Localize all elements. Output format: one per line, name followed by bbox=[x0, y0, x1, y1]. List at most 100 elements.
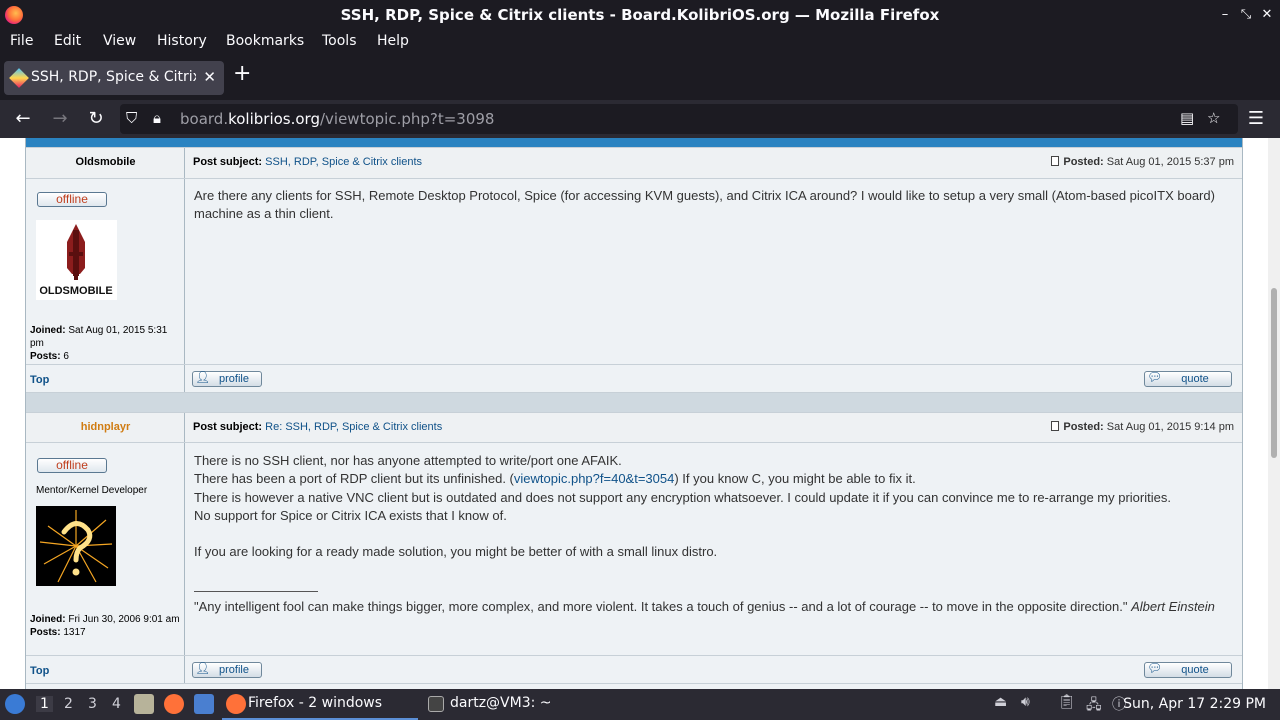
clipboard-icon[interactable]: 📋︎ bbox=[1058, 694, 1076, 710]
close-window-button[interactable]: ✕ bbox=[1257, 5, 1277, 25]
menu-bookmarks[interactable]: Bookmarks bbox=[226, 33, 304, 49]
url-bar[interactable]: ⛉ 🔒︎ board.kolibrios.org/viewtopic.php?t… bbox=[120, 104, 1238, 134]
task-firefox[interactable]: Firefox - 2 windows bbox=[222, 689, 418, 720]
quote-button[interactable]: 💬︎ quote bbox=[1144, 370, 1232, 387]
signature-quote: "Any intelligent fool can make things bi… bbox=[194, 599, 1132, 614]
author-profile-cell: offline Mentor/Kernel Developer Joined: … bbox=[26, 443, 185, 655]
joined-label: Joined: bbox=[30, 614, 66, 625]
topic-link[interactable]: viewtopic.php?f=40&t=3054 bbox=[514, 471, 674, 486]
window-titlebar: SSH, RDP, Spice & Citrix clients - Board… bbox=[0, 0, 1280, 30]
profile-label: profile bbox=[219, 664, 249, 676]
post-message: There is no SSH client, nor has anyone a… bbox=[194, 452, 1171, 561]
message-line: No support for Spice or Citrix ICA exist… bbox=[194, 507, 507, 523]
firefox-launcher-icon[interactable] bbox=[164, 694, 184, 714]
menu-help[interactable]: Help bbox=[377, 33, 409, 49]
post-message-cell: Are there any clients for SSH, Remote De… bbox=[185, 179, 1242, 364]
lock-icon[interactable]: 🔒︎ bbox=[153, 109, 161, 127]
joined-label: Joined: bbox=[30, 325, 66, 336]
topic-table: Oldsmobile Post subject: SSH, RDP, Spice… bbox=[25, 138, 1243, 689]
menu-tools[interactable]: Tools bbox=[322, 33, 357, 49]
profile-button[interactable]: 👤︎ profile bbox=[192, 661, 262, 678]
posts-label: Posts: bbox=[30, 627, 61, 638]
quote-icon: 💬︎ bbox=[1147, 661, 1163, 675]
start-menu-icon[interactable] bbox=[5, 694, 25, 714]
profile-icon: 👤︎ bbox=[195, 370, 211, 384]
window-title: SSH, RDP, Spice & Citrix clients - Board… bbox=[340, 6, 940, 24]
svg-text:OLDSMOBILE: OLDSMOBILE bbox=[39, 285, 112, 297]
new-tab-button[interactable]: + bbox=[233, 61, 251, 86]
menu-file[interactable]: File bbox=[10, 33, 33, 49]
menu-bar: File Edit View History Bookmarks Tools H… bbox=[0, 30, 1280, 54]
author-profile-cell: offline OLDSMOBILE Joined: Sat Aug 01, 2… bbox=[26, 179, 185, 364]
subject-link[interactable]: Re: SSH, RDP, Spice & Citrix clients bbox=[265, 421, 442, 433]
posts-count: 1317 bbox=[63, 627, 86, 638]
volume-icon[interactable]: 🔊︎ bbox=[1021, 694, 1030, 710]
back-icon[interactable]: ← bbox=[12, 108, 34, 129]
hamburger-menu-icon[interactable]: ☰ bbox=[1245, 108, 1267, 129]
bookmark-star-icon[interactable]: ☆ bbox=[1207, 109, 1220, 127]
message-line: There is however a native VNC client but… bbox=[194, 489, 1171, 505]
posts-label: Posts: bbox=[30, 351, 61, 362]
url-text[interactable]: board.kolibrios.org/viewtopic.php?t=3098 bbox=[180, 110, 494, 128]
subject-link[interactable]: SSH, RDP, Spice & Citrix clients bbox=[265, 156, 422, 168]
tab-active[interactable]: SSH, RDP, Spice & Citrix clients ✕ bbox=[4, 61, 224, 95]
menu-history[interactable]: History bbox=[157, 33, 207, 49]
signature-author: Albert Einstein bbox=[1131, 599, 1215, 614]
forward-icon[interactable]: → bbox=[49, 108, 71, 129]
subject-cell: Post subject: SSH, RDP, Spice & Citrix c… bbox=[185, 148, 1242, 178]
footer-left: Top bbox=[26, 365, 185, 392]
reader-view-icon[interactable]: ▤ bbox=[1180, 109, 1194, 127]
post-footer: Top 👤︎ profile 💬︎ quote bbox=[26, 364, 1242, 393]
top-link[interactable]: Top bbox=[30, 374, 49, 386]
tracking-shield-icon[interactable]: ⛉ bbox=[126, 109, 137, 127]
minimize-button[interactable]: – bbox=[1215, 5, 1235, 25]
author-meta: Joined: Sat Aug 01, 2015 5:31 pm Posts: … bbox=[30, 324, 182, 363]
footer-right: 👤︎ profile 💬︎ quote bbox=[185, 365, 1242, 392]
subject-label: Post subject: bbox=[193, 156, 263, 168]
post-icon[interactable] bbox=[1051, 156, 1060, 166]
quote-label: quote bbox=[1181, 664, 1209, 676]
task-label: Firefox - 2 windows bbox=[248, 695, 383, 711]
posted-value: Sat Aug 01, 2015 5:37 pm bbox=[1106, 156, 1234, 168]
workspace-4[interactable]: 4 bbox=[112, 696, 121, 712]
post-author[interactable]: Oldsmobile bbox=[26, 156, 185, 168]
tab-close-icon[interactable]: ✕ bbox=[203, 68, 216, 86]
posted-value: Sat Aug 01, 2015 9:14 pm bbox=[1106, 421, 1234, 433]
posts-count: 6 bbox=[63, 351, 69, 362]
menu-edit[interactable]: Edit bbox=[54, 33, 81, 49]
menu-view[interactable]: View bbox=[103, 33, 136, 49]
quote-button[interactable]: 💬︎ quote bbox=[1144, 661, 1232, 678]
post-author[interactable]: hidnplayr bbox=[26, 421, 185, 433]
message-text: ) If you know C, you might be able to fi… bbox=[674, 471, 916, 487]
message-text: There has been a port of RDP client but … bbox=[194, 471, 514, 487]
post-header: hidnplayr Post subject: Re: SSH, RDP, Sp… bbox=[26, 412, 1242, 443]
url-prefix: board. bbox=[180, 110, 229, 128]
post-message: Are there any clients for SSH, Remote De… bbox=[194, 187, 1215, 224]
url-path: /viewtopic.php?t=3098 bbox=[319, 110, 495, 128]
network-icon[interactable]: 🖧 bbox=[1086, 694, 1102, 718]
desktop-icon[interactable] bbox=[194, 694, 214, 714]
post-spacer bbox=[26, 393, 1242, 412]
task-terminal[interactable]: dartz@VM3: ~ bbox=[424, 689, 604, 720]
post-subject: Post subject: SSH, RDP, Spice & Citrix c… bbox=[193, 156, 422, 168]
author-meta: Joined: Fri Jun 30, 2006 9:01 am Posts: … bbox=[30, 613, 182, 639]
file-manager-icon[interactable] bbox=[134, 694, 154, 714]
post-subject: Post subject: Re: SSH, RDP, Spice & Citr… bbox=[193, 421, 442, 433]
author-rank: Mentor/Kernel Developer bbox=[36, 485, 148, 496]
profile-button[interactable]: 👤︎ profile bbox=[192, 370, 262, 387]
workspace-1[interactable]: 1 bbox=[36, 696, 53, 712]
post-footer: Top 👤︎ profile 💬︎ quote bbox=[26, 655, 1242, 684]
top-link[interactable]: Top bbox=[30, 665, 49, 677]
firefox-task-icon bbox=[226, 694, 246, 714]
scrollbar-thumb[interactable] bbox=[1271, 288, 1277, 458]
upload-icon[interactable]: ⏏ bbox=[994, 694, 1007, 710]
page-content: Oldsmobile Post subject: SSH, RDP, Spice… bbox=[0, 138, 1280, 689]
post-icon[interactable] bbox=[1051, 421, 1060, 431]
page-scrollbar[interactable] bbox=[1268, 138, 1280, 689]
profile-label: profile bbox=[219, 373, 249, 385]
clock[interactable]: Sun, Apr 17 2:29 PM bbox=[1123, 696, 1266, 712]
workspace-2[interactable]: 2 bbox=[64, 696, 73, 712]
reload-icon[interactable]: ↻ bbox=[85, 108, 107, 129]
workspace-3[interactable]: 3 bbox=[88, 696, 97, 712]
maximize-button[interactable]: ⤡ bbox=[1236, 5, 1256, 25]
